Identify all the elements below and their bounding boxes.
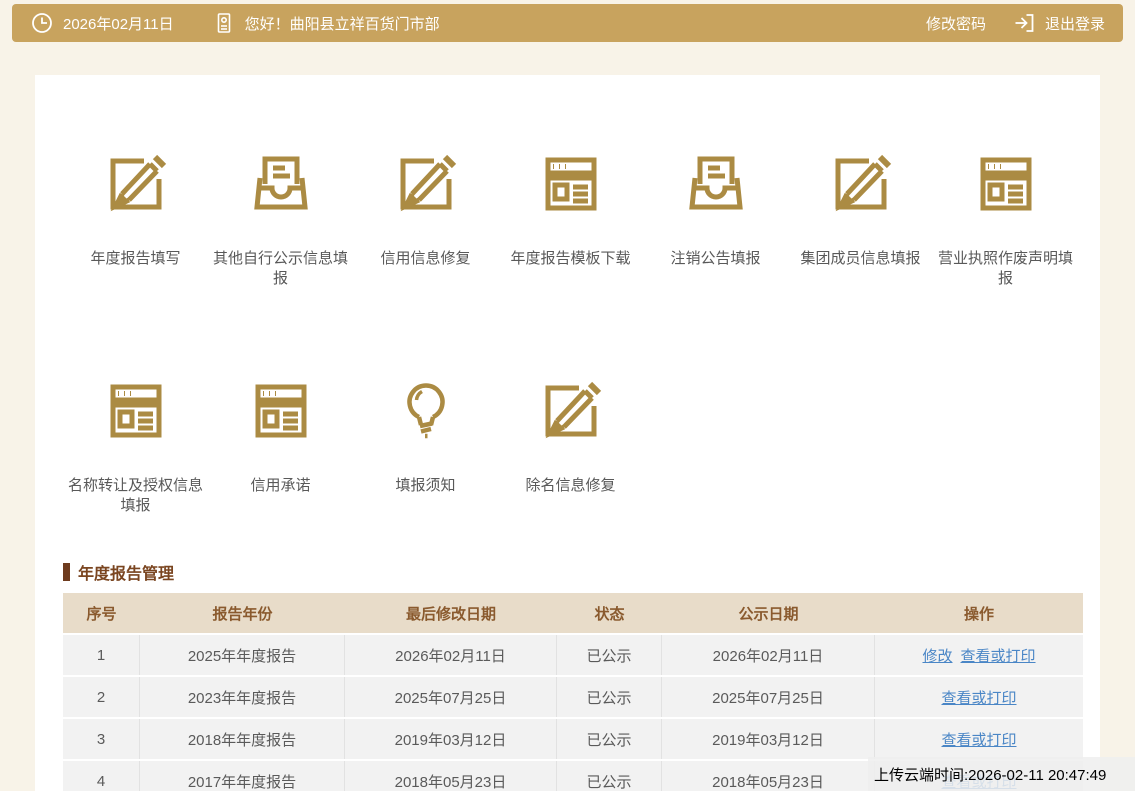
shortcut-removal-info-repair[interactable]: 除名信息修复	[498, 375, 643, 516]
shortcut-row-1: 年度报告填写 其他自行公示信息填报 信用信息修复 年度报告模板下载 注销公告填报…	[35, 75, 1100, 289]
header-cell-no: 序号	[63, 593, 140, 633]
shortcut-group-member-info[interactable]: 集团成员信息填报	[788, 148, 933, 289]
top-bar: 2026年02月11日 您好！曲阳县立祥百货门市部 修改密码 退出登录	[12, 4, 1123, 42]
shortcut-label: 注销公告填报	[643, 249, 788, 269]
cell-year: 2017年年度报告	[140, 761, 345, 791]
cell-no: 1	[63, 635, 140, 675]
cell-modified: 2026年02月11日	[345, 635, 557, 675]
cell-status: 已公示	[557, 719, 662, 759]
inbox-doc-icon	[245, 148, 317, 220]
template-icon	[245, 375, 317, 447]
date-group: 2026年02月11日	[30, 11, 212, 35]
cell-modified: 2019年03月12日	[345, 719, 557, 759]
cell-year: 2023年年度报告	[140, 677, 345, 717]
header-cell-operation: 操作	[875, 593, 1083, 633]
clock-icon	[30, 11, 54, 35]
shortcut-label: 信用承诺	[208, 476, 353, 496]
view-print-link[interactable]: 查看或打印	[941, 729, 1016, 750]
title-bar-marker	[63, 563, 70, 581]
logout-icon	[1012, 11, 1036, 35]
edit-icon	[825, 148, 897, 220]
template-icon	[535, 148, 607, 220]
cell-operations: 修改 查看或打印	[875, 635, 1083, 675]
cell-published: 2018年05月23日	[662, 761, 875, 791]
cell-status: 已公示	[557, 761, 662, 791]
shortcut-annual-report-template-download[interactable]: 年度报告模板下载	[498, 148, 643, 289]
shortcut-other-self-disclosure[interactable]: 其他自行公示信息填报	[208, 148, 353, 289]
main-panel: 年度报告填写 其他自行公示信息填报 信用信息修复 年度报告模板下载 注销公告填报…	[35, 75, 1100, 791]
cell-modified: 2018年05月23日	[345, 761, 557, 791]
table-row: 3 2018年年度报告 2019年03月12日 已公示 2019年03月12日 …	[63, 719, 1083, 759]
table-row: 1 2025年年度报告 2026年02月11日 已公示 2026年02月11日 …	[63, 635, 1083, 675]
shortcut-license-void-declaration[interactable]: 营业执照作废声明填报	[933, 148, 1078, 289]
edit-icon	[100, 148, 172, 220]
template-icon	[100, 375, 172, 447]
greeting-group: 您好！曲阳县立祥百货门市部	[212, 11, 440, 35]
id-card-icon	[212, 11, 236, 35]
shortcut-name-transfer-authorization[interactable]: 名称转让及授权信息填报	[63, 375, 208, 516]
upload-time-text: 上传云端时间:2026-02-11 20:47:49	[874, 764, 1106, 785]
shortcut-credit-commitment[interactable]: 信用承诺	[208, 375, 353, 516]
logout-label: 退出登录	[1045, 13, 1105, 34]
cell-modified: 2025年07月25日	[345, 677, 557, 717]
cell-published: 2019年03月12日	[662, 719, 875, 759]
shortcut-filing-instructions[interactable]: 填报须知	[353, 375, 498, 516]
template-icon	[970, 148, 1042, 220]
header-cell-modified: 最后修改日期	[345, 593, 557, 633]
header-cell-year: 报告年份	[140, 593, 345, 633]
shortcut-label: 除名信息修复	[498, 476, 643, 496]
current-date: 2026年02月11日	[63, 13, 174, 34]
modify-link[interactable]: 修改	[922, 645, 952, 666]
header-cell-status: 状态	[557, 593, 662, 633]
cell-year: 2025年年度报告	[140, 635, 345, 675]
inbox-doc-icon	[680, 148, 752, 220]
cell-operations: 查看或打印	[875, 677, 1083, 717]
table-header-row: 序号 报告年份 最后修改日期 状态 公示日期 操作	[63, 593, 1083, 633]
shortcut-cancellation-notice[interactable]: 注销公告填报	[643, 148, 788, 289]
shortcut-label: 年度报告模板下载	[498, 249, 643, 269]
annual-report-section-title: 年度报告管理	[63, 560, 1100, 584]
user-greeting: 您好！曲阳县立祥百货门市部	[245, 13, 440, 34]
logout-button[interactable]: 退出登录	[1012, 11, 1105, 35]
cell-status: 已公示	[557, 635, 662, 675]
shortcut-credit-repair[interactable]: 信用信息修复	[353, 148, 498, 289]
bulb-icon	[390, 375, 462, 447]
change-password-link[interactable]: 修改密码	[926, 13, 986, 34]
shortcut-row-2: 名称转让及授权信息填报 信用承诺 填报须知 除名信息修复	[35, 375, 1100, 516]
cell-status: 已公示	[557, 677, 662, 717]
edit-icon	[390, 148, 462, 220]
upload-time-overlay: 上传云端时间:2026-02-11 20:47:49	[868, 757, 1135, 791]
cell-no: 3	[63, 719, 140, 759]
cell-no: 2	[63, 677, 140, 717]
cell-year: 2018年年度报告	[140, 719, 345, 759]
shortcut-label: 填报须知	[353, 476, 498, 496]
shortcut-label: 信用信息修复	[353, 249, 498, 269]
edit-icon	[535, 375, 607, 447]
shortcut-label: 集团成员信息填报	[788, 249, 933, 269]
view-print-link[interactable]: 查看或打印	[961, 645, 1036, 666]
cell-published: 2026年02月11日	[662, 635, 875, 675]
shortcut-label: 年度报告填写	[63, 249, 208, 269]
table-row: 2 2023年年度报告 2025年07月25日 已公示 2025年07月25日 …	[63, 677, 1083, 717]
shortcut-label: 名称转让及授权信息填报	[63, 476, 208, 516]
shortcut-label: 其他自行公示信息填报	[208, 249, 353, 289]
cell-no: 4	[63, 761, 140, 791]
view-print-link[interactable]: 查看或打印	[941, 687, 1016, 708]
shortcut-annual-report-fill[interactable]: 年度报告填写	[63, 148, 208, 289]
cell-operations: 查看或打印	[875, 719, 1083, 759]
shortcut-label: 营业执照作废声明填报	[933, 249, 1078, 289]
cell-published: 2025年07月25日	[662, 677, 875, 717]
header-cell-published: 公示日期	[662, 593, 875, 633]
section-title-text: 年度报告管理	[78, 560, 174, 584]
